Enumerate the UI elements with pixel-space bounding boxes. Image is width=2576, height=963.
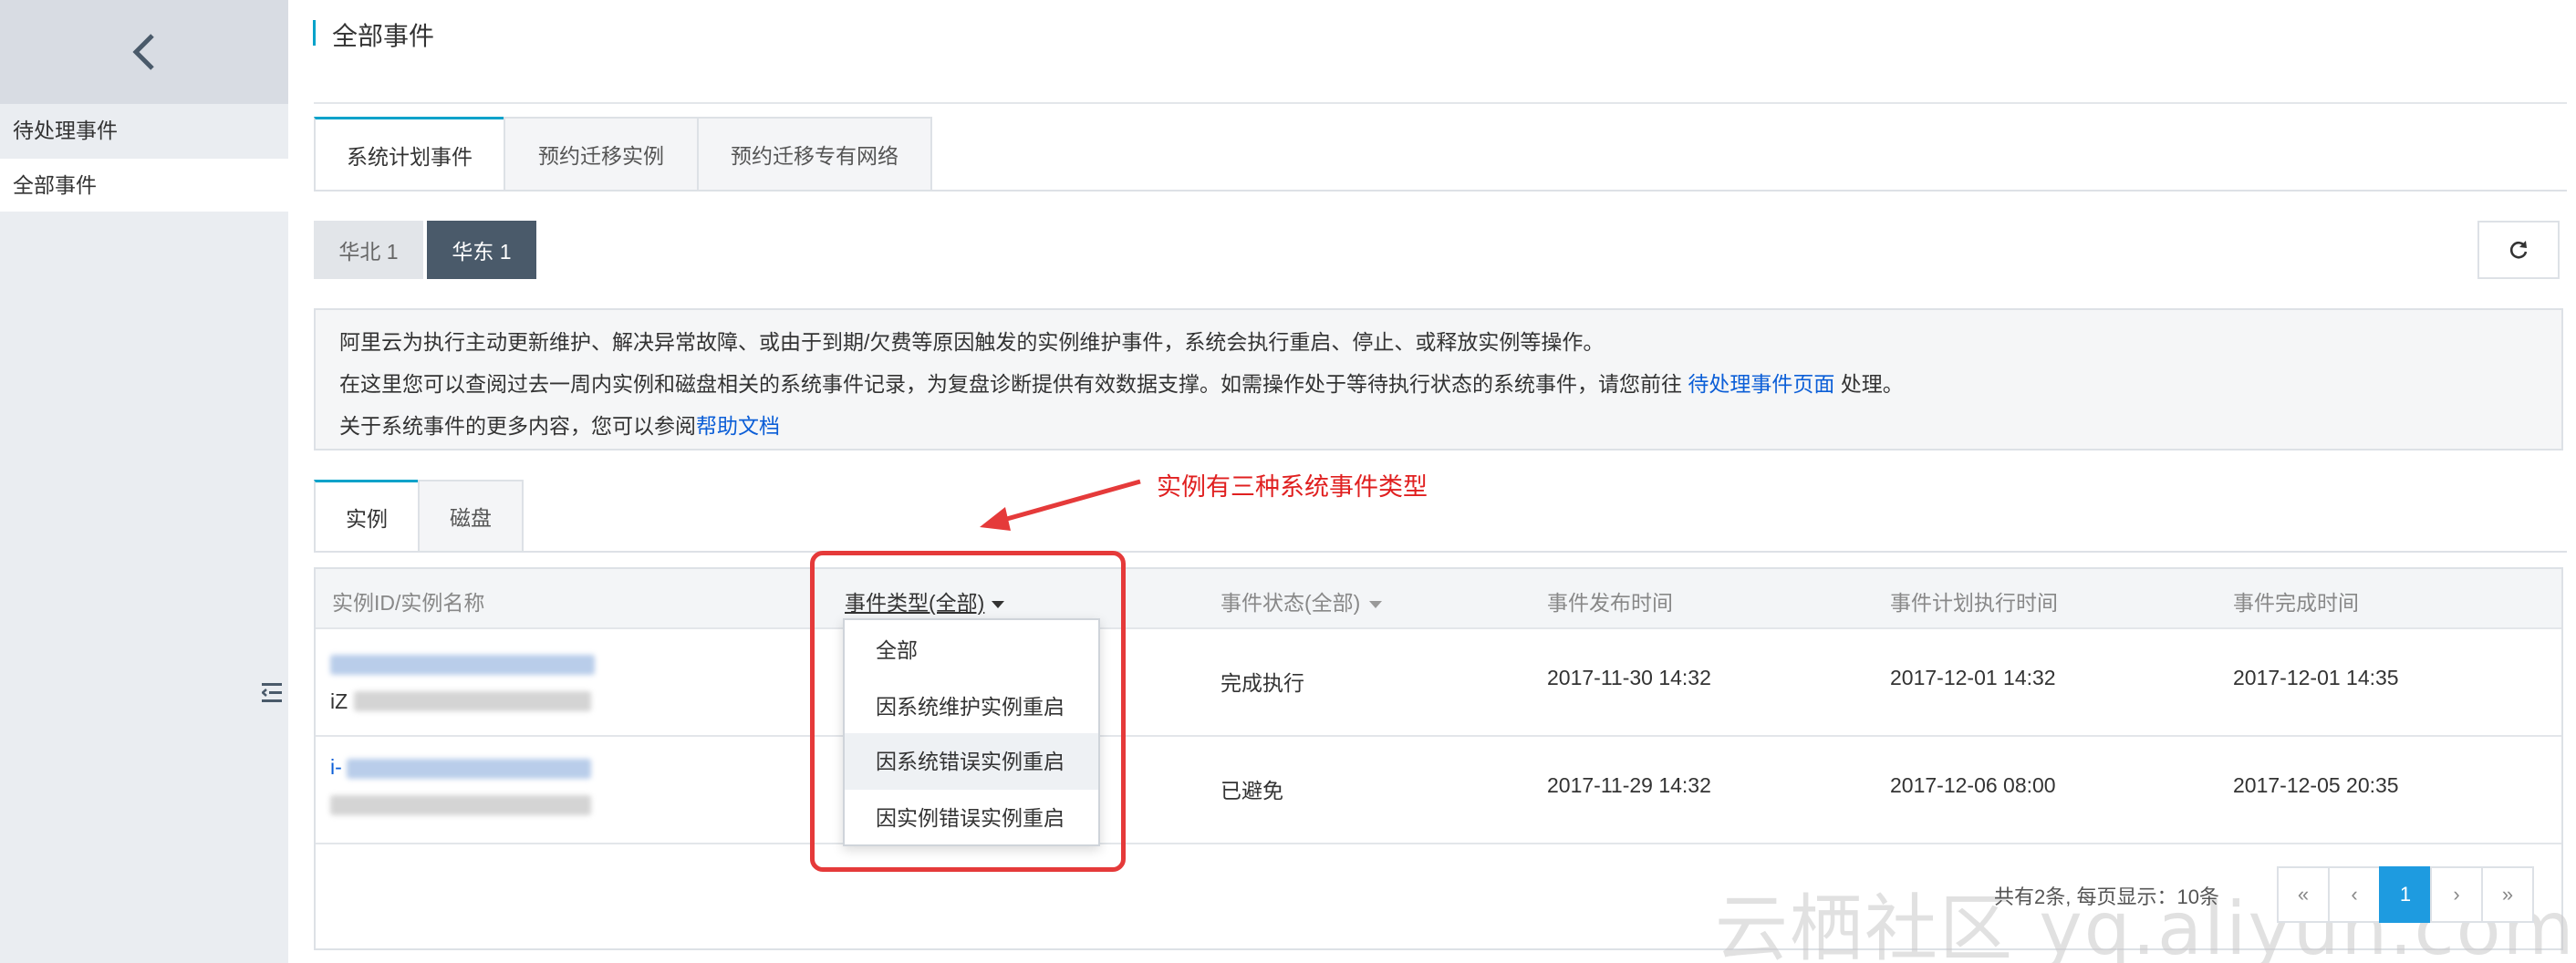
annotation-arrow-icon bbox=[980, 479, 1141, 531]
redacted-instance-name bbox=[354, 691, 591, 711]
publish-time: 2017-11-30 14:32 bbox=[1547, 666, 1711, 689]
subtabs-divider bbox=[314, 551, 2567, 553]
help-doc-link[interactable]: 帮助文档 bbox=[696, 414, 780, 438]
tabs-divider bbox=[314, 190, 2567, 192]
notice-line-2: 在这里您可以查阅过去一周内实例和磁盘相关的系统事件记录，为复盘诊断提供有效数据支… bbox=[339, 363, 2538, 405]
event-status-filter-label: 事件状态(全部) bbox=[1220, 591, 1361, 615]
column-header-complete-time: 事件完成时间 bbox=[2233, 591, 2359, 615]
complete-time: 2017-12-05 20:35 bbox=[2233, 773, 2399, 797]
refresh-button[interactable] bbox=[2477, 221, 2560, 279]
column-header-event-status[interactable]: 事件状态(全部) bbox=[1220, 585, 1383, 616]
complete-time: 2017-12-01 14:35 bbox=[2233, 666, 2399, 689]
notice-line-2-text: 在这里您可以查阅过去一周内实例和磁盘相关的系统事件记录，为复盘诊断提供有效数据支… bbox=[339, 372, 1688, 396]
event-status: 完成执行 bbox=[1220, 671, 1304, 695]
back-button[interactable] bbox=[0, 0, 288, 104]
publish-time: 2017-11-29 14:32 bbox=[1547, 773, 1711, 797]
notice-line-3-text: 关于系统事件的更多内容，您可以参阅 bbox=[339, 414, 696, 438]
table-header: 实例ID/实例名称 事件类型(全部) 事件状态(全部) 事件发布时间 事件计划执… bbox=[316, 569, 2561, 629]
title-divider bbox=[314, 102, 2567, 104]
subtab-disks[interactable]: 磁盘 bbox=[418, 480, 524, 553]
notice-line-3: 关于系统事件的更多内容，您可以参阅帮助文档 bbox=[339, 405, 2538, 447]
collapse-sidebar-handle[interactable] bbox=[255, 647, 288, 739]
refresh-icon bbox=[2509, 241, 2528, 259]
table-row: iZ 完成执行 2017-11-30 14:32 2017-12-01 14:3… bbox=[316, 629, 2561, 737]
tab-scheduled-migration-instances[interactable]: 预约迁移实例 bbox=[504, 117, 699, 192]
tab-scheduled-migration-vpc[interactable]: 预约迁移专有网络 bbox=[697, 117, 932, 192]
redacted-instance-name bbox=[330, 795, 591, 815]
tab-system-planned-events[interactable]: 系统计划事件 bbox=[314, 117, 505, 192]
annotation-highlight-box bbox=[810, 551, 1126, 872]
table-row: i- 已避免 2017-11-29 14:32 2017-12-06 08:00… bbox=[316, 737, 2561, 844]
sidebar: 待处理事件 全部事件 bbox=[0, 0, 288, 963]
column-header-publish-time: 事件发布时间 bbox=[1547, 591, 1673, 615]
pagination-last-button[interactable]: » bbox=[2481, 866, 2534, 923]
pagination-next-button[interactable]: › bbox=[2430, 866, 2483, 923]
pending-events-link[interactable]: 待处理事件页面 bbox=[1688, 372, 1834, 396]
chevron-left-icon bbox=[132, 34, 154, 70]
region-button-north-china-1[interactable]: 华北 1 bbox=[314, 221, 423, 279]
page-title-accent bbox=[313, 20, 316, 46]
subtab-instances[interactable]: 实例 bbox=[314, 480, 420, 553]
column-header-plan-time: 事件计划执行时间 bbox=[1890, 591, 2058, 615]
page-title: 全部事件 bbox=[332, 22, 435, 50]
instance-id-prefix: iZ bbox=[330, 689, 348, 713]
column-header-instance: 实例ID/实例名称 bbox=[332, 591, 485, 615]
instance-id-link[interactable]: i- bbox=[330, 755, 342, 780]
sidebar-item-all-events[interactable]: 全部事件 bbox=[0, 159, 288, 212]
pagination-page-1[interactable]: 1 bbox=[2379, 866, 2432, 923]
notice-line-1: 阿里云为执行主动更新维护、解决异常故障、或由于到期/欠费等原因触发的实例维护事件… bbox=[339, 330, 1605, 354]
plan-time: 2017-12-06 08:00 bbox=[1890, 773, 2056, 797]
pagination-prev-button[interactable]: ‹ bbox=[2328, 866, 2381, 923]
redacted-instance-id bbox=[347, 759, 591, 779]
notice-line-2-suffix: 处理。 bbox=[1834, 372, 1904, 396]
pagination-summary: 共有2条, 每页显示：10条 bbox=[1994, 885, 2219, 908]
event-status: 已避免 bbox=[1220, 779, 1283, 802]
collapse-menu-icon bbox=[262, 683, 282, 702]
plan-time: 2017-12-01 14:32 bbox=[1890, 666, 2056, 689]
sidebar-item-pending-events[interactable]: 待处理事件 bbox=[0, 104, 288, 157]
pagination-first-button[interactable]: « bbox=[2277, 866, 2330, 923]
redacted-instance-id bbox=[330, 655, 595, 675]
region-button-east-china-1[interactable]: 华东 1 bbox=[427, 221, 536, 279]
annotation-label: 实例有三种系统事件类型 bbox=[1157, 473, 1428, 501]
caret-down-icon bbox=[1369, 600, 1383, 608]
info-notice: 阿里云为执行主动更新维护、解决异常故障、或由于到期/欠费等原因触发的实例维护事件… bbox=[314, 308, 2563, 450]
